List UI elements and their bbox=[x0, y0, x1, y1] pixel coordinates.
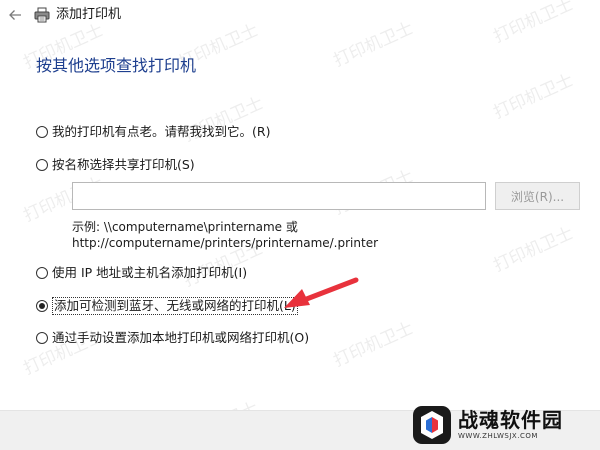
page-heading: 按其他选项查找打印机 bbox=[36, 56, 197, 75]
radio-ip-address[interactable] bbox=[36, 267, 48, 279]
option-label: 按名称选择共享打印机(S) bbox=[52, 157, 195, 172]
option-bluetooth-wireless-network[interactable]: 添加可检测到蓝牙、无线或网络的打印机(L) bbox=[36, 297, 298, 315]
option-label: 通过手动设置添加本地打印机或网络打印机(O) bbox=[52, 330, 310, 345]
logo-subtitle: WWW.ZHLWSJX.COM bbox=[458, 432, 538, 440]
back-arrow-icon bbox=[9, 10, 21, 20]
option-label: 我的打印机有点老。请帮我找到它。(R) bbox=[52, 124, 271, 139]
printer-icon bbox=[34, 7, 50, 23]
watermark: 打印机卫士 bbox=[330, 318, 417, 372]
example-text: 示例: \\computername\printername 或 http://… bbox=[72, 219, 378, 251]
option-manual-settings[interactable]: 通过手动设置添加本地打印机或网络打印机(O) bbox=[36, 330, 309, 346]
site-logo: 战魂软件园 WWW.ZHLWSJX.COM bbox=[412, 404, 596, 446]
title-bar: 添加打印机 bbox=[0, 0, 600, 32]
option-label: 使用 IP 地址或主机名添加打印机(I) bbox=[52, 265, 248, 280]
radio-shared-printer[interactable] bbox=[36, 159, 48, 171]
radio-manual-settings[interactable] bbox=[36, 332, 48, 344]
option-old-printer[interactable]: 我的打印机有点老。请帮我找到它。(R) bbox=[36, 124, 270, 140]
watermark: 打印机卫士 bbox=[490, 223, 577, 277]
browse-button[interactable]: 浏览(R)... bbox=[495, 182, 580, 210]
window-title: 添加打印机 bbox=[56, 7, 122, 22]
option-ip-address[interactable]: 使用 IP 地址或主机名添加打印机(I) bbox=[36, 265, 247, 281]
radio-old-printer[interactable] bbox=[36, 126, 48, 138]
example-line: http://computername/printers/printername… bbox=[72, 236, 379, 250]
share-name-input[interactable] bbox=[72, 182, 486, 210]
option-shared-printer[interactable]: 按名称选择共享打印机(S) bbox=[36, 157, 195, 173]
logo-texts: 战魂软件园 WWW.ZHLWSJX.COM bbox=[458, 409, 563, 441]
radio-bluetooth-wireless-network[interactable] bbox=[36, 300, 48, 312]
logo-mark-icon bbox=[413, 406, 451, 444]
back-button[interactable] bbox=[4, 4, 26, 26]
add-printer-window: 打印机卫士 打印机卫士 打印机卫士 打印机卫士 打印机卫士 打印机卫士 打印机卫… bbox=[0, 0, 600, 450]
logo-title: 战魂软件园 bbox=[458, 408, 563, 432]
watermark: 打印机卫士 bbox=[490, 70, 577, 124]
example-line: 示例: \\computername\printername 或 bbox=[72, 220, 298, 234]
option-label: 添加可检测到蓝牙、无线或网络的打印机(L) bbox=[52, 297, 298, 315]
